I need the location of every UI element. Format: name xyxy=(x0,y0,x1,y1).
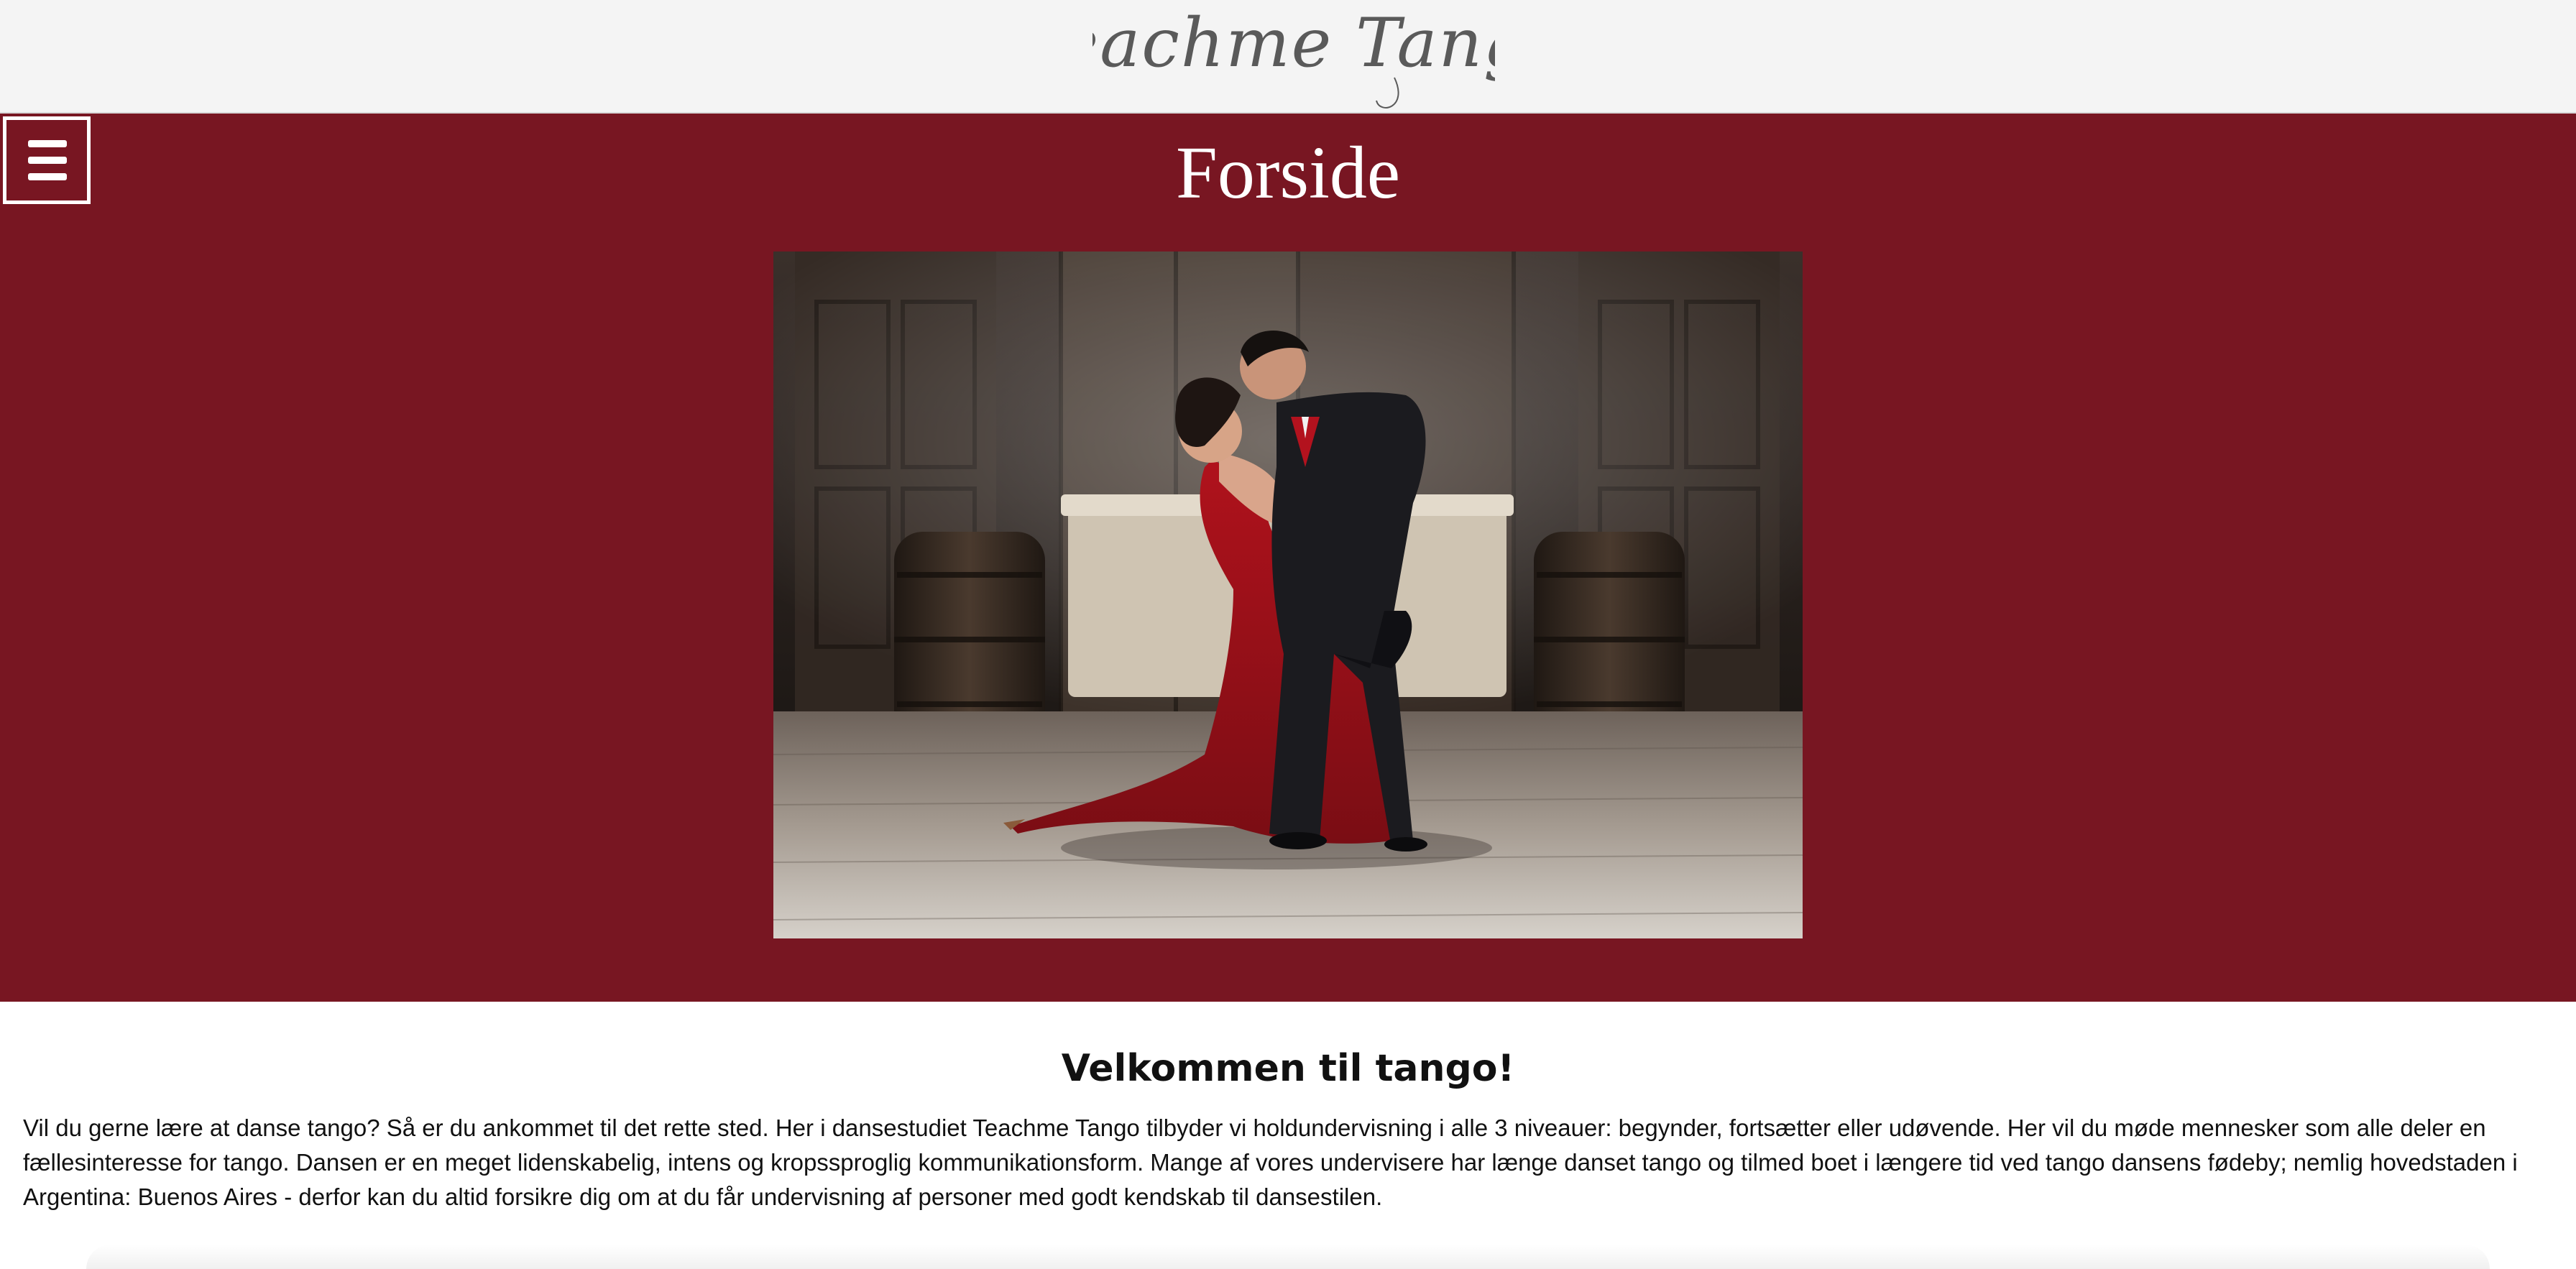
page-title: Forside xyxy=(1176,131,1400,214)
hero-section: Forside xyxy=(0,114,2576,1002)
welcome-paragraph: Vil du gerne lære at danse tango? Så er … xyxy=(23,1115,2518,1210)
welcome-heading: Velkommen til tango! xyxy=(1061,1047,1515,1090)
site-header: Teachme Tango xyxy=(0,0,2576,114)
hero-image xyxy=(773,252,1803,938)
site-logo[interactable]: Teachme Tango xyxy=(1092,0,1495,114)
card-shadow xyxy=(86,1245,2490,1269)
main-content: Velkommen til tango! Vil du gerne lære a… xyxy=(0,1002,2576,1269)
logo-text: Teachme Tango xyxy=(1092,4,1495,83)
